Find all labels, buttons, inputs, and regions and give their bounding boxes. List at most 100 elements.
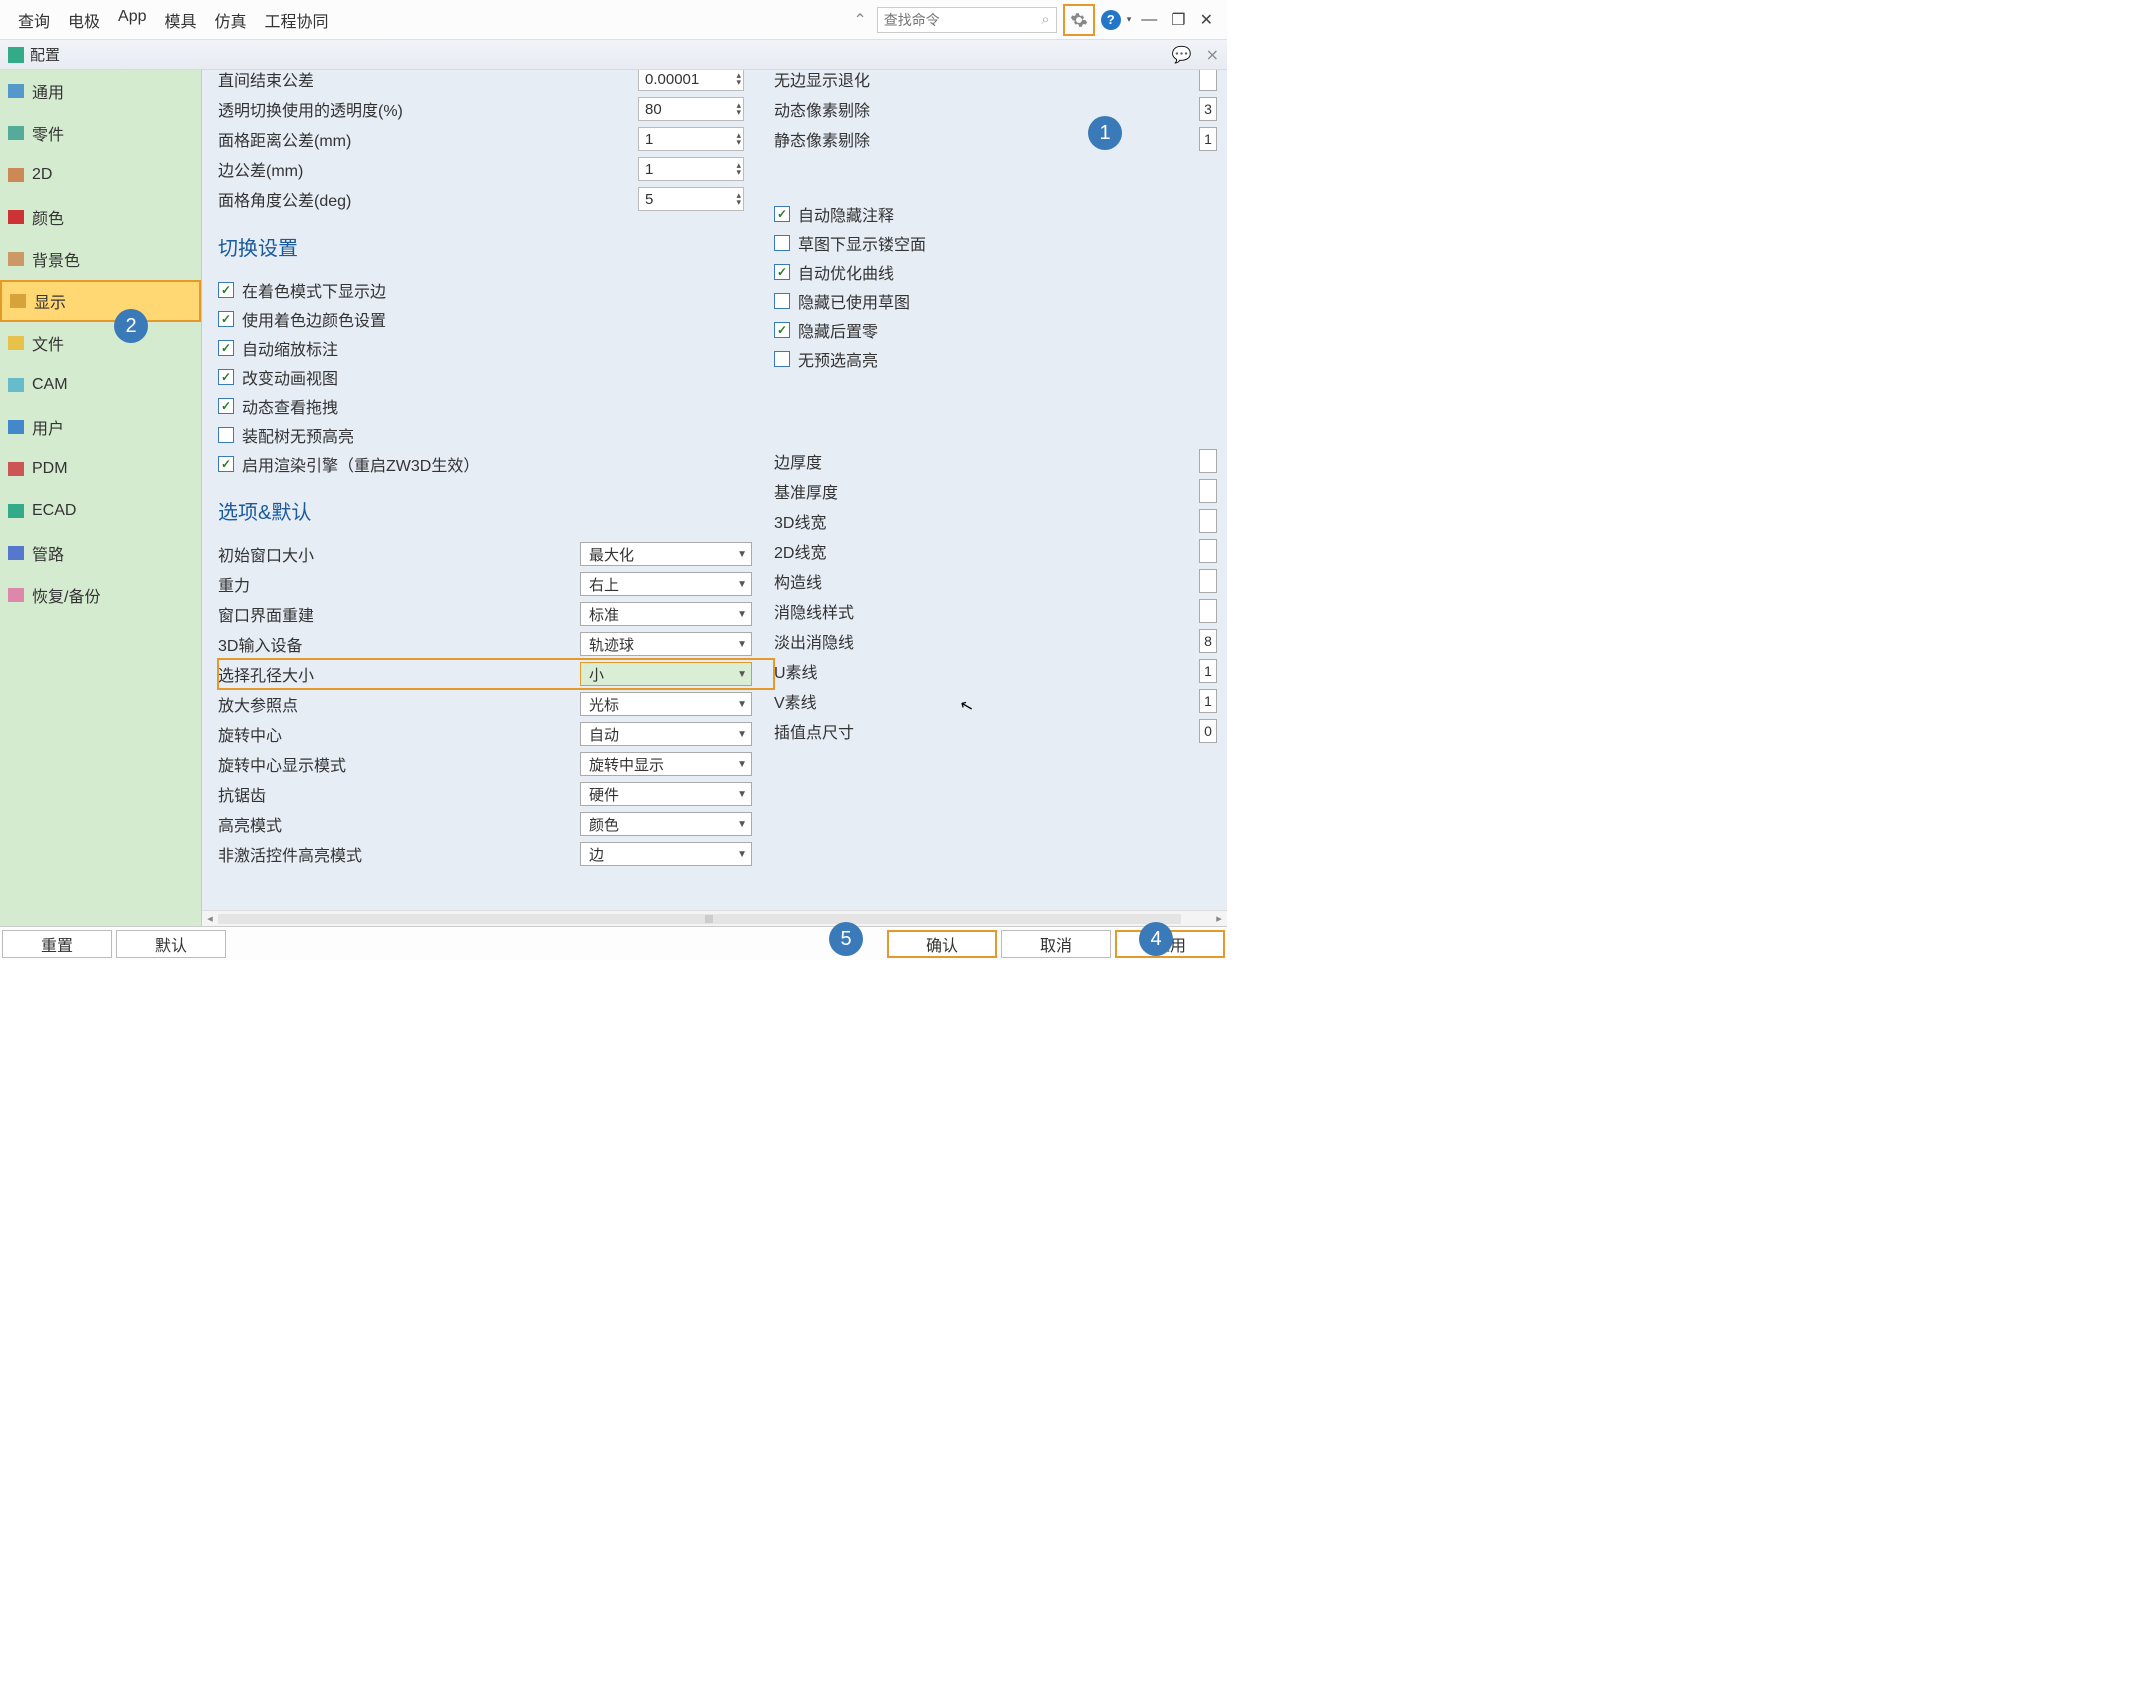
cancel-button[interactable]: 取消 <box>1001 930 1111 958</box>
search-command-box[interactable]: ⌕ <box>877 7 1057 33</box>
checkbox[interactable] <box>218 427 234 443</box>
settings-gear-button[interactable] <box>1063 4 1095 36</box>
dropdown[interactable]: 最大化▼ <box>580 542 752 566</box>
numeric-input[interactable] <box>1199 599 1217 623</box>
sidebar-item-颜色[interactable]: 颜色 <box>0 196 201 238</box>
dropdown[interactable]: 光标▼ <box>580 692 752 716</box>
dropdown[interactable]: 自动▼ <box>580 722 752 746</box>
numeric-input[interactable] <box>1199 509 1217 533</box>
numeric-input[interactable]: 0.00001▴▾ <box>638 70 744 91</box>
minimize-button[interactable]: — <box>1137 11 1161 29</box>
option-label: 选择孔径大小 <box>218 662 580 686</box>
sidebar-item-CAM[interactable]: CAM <box>0 364 201 406</box>
numeric-input[interactable]: 8 <box>1199 629 1217 653</box>
dialog-comment-icon[interactable]: 💬 <box>1172 45 1192 65</box>
sidebar-item-显示[interactable]: 显示 <box>0 280 201 322</box>
checkbox-row[interactable]: 动态查看拖拽 <box>218 391 774 420</box>
menu-item[interactable]: 工程协同 <box>265 8 329 32</box>
sidebar-label: 用户 <box>32 415 64 439</box>
checkbox-row[interactable]: 隐藏后置零 <box>774 315 1219 344</box>
checkbox[interactable] <box>218 398 234 414</box>
numeric-input[interactable]: 1▴▾ <box>638 127 744 151</box>
dialog-close-icon[interactable]: ⨯ <box>1206 45 1219 65</box>
checkbox-row[interactable]: 装配树无预高亮 <box>218 420 774 449</box>
menu-item[interactable]: 仿真 <box>215 8 247 32</box>
numeric-input[interactable]: 1 <box>1199 689 1217 713</box>
checkbox[interactable] <box>218 456 234 472</box>
sidebar-item-恢复/备份[interactable]: 恢复/备份 <box>0 574 201 616</box>
checkbox[interactable] <box>218 340 234 356</box>
numeric-input[interactable]: 1 <box>1199 659 1217 683</box>
dropdown[interactable]: 轨迹球▼ <box>580 632 752 656</box>
dropdown[interactable]: 边▼ <box>580 842 752 866</box>
numeric-input[interactable]: 0 <box>1199 719 1217 743</box>
checkbox[interactable] <box>774 264 790 280</box>
numeric-input[interactable] <box>1199 449 1217 473</box>
menu-item[interactable]: 模具 <box>165 8 197 32</box>
menu-item[interactable]: 查询 <box>18 8 50 32</box>
sidebar-item-通用[interactable]: 通用 <box>0 70 201 112</box>
sidebar-item-ECAD[interactable]: ECAD <box>0 490 201 532</box>
sidebar-item-管路[interactable]: 管路 <box>0 532 201 574</box>
numeric-input[interactable] <box>1199 70 1217 91</box>
checkbox-row[interactable]: 无预选高亮 <box>774 344 1219 373</box>
numeric-input[interactable]: 5▴▾ <box>638 187 744 211</box>
horizontal-scrollbar[interactable]: ◂ ▸ <box>202 910 1227 926</box>
checkbox-row[interactable]: 启用渲染引擎（重启ZW3D生效） <box>218 449 774 478</box>
checkbox-row[interactable]: 隐藏已使用草图 <box>774 286 1219 315</box>
sidebar-icon <box>8 252 24 266</box>
numeric-input[interactable]: 3 <box>1199 97 1217 121</box>
sidebar-item-PDM[interactable]: PDM <box>0 448 201 490</box>
checkbox-row[interactable]: 在着色模式下显示边 <box>218 275 774 304</box>
numeric-input[interactable]: 1 <box>1199 127 1217 151</box>
default-button[interactable]: 默认 <box>116 930 226 958</box>
help-button[interactable]: ? <box>1101 10 1121 30</box>
restore-button[interactable]: ❐ <box>1167 10 1189 30</box>
option-label: 3D线宽 <box>774 509 1194 533</box>
checkbox[interactable] <box>774 322 790 338</box>
dropdown[interactable]: 标准▼ <box>580 602 752 626</box>
close-button[interactable]: ✕ <box>1196 10 1217 30</box>
sidebar-item-用户[interactable]: 用户 <box>0 406 201 448</box>
reset-button[interactable]: 重置 <box>2 930 112 958</box>
dropdown[interactable]: 旋转中显示▼ <box>580 752 752 776</box>
option-label: 抗锯齿 <box>218 782 580 806</box>
setting-label: 无边显示退化 <box>774 70 1194 91</box>
checkbox-row[interactable]: 改变动画视图 <box>218 362 774 391</box>
checkbox[interactable] <box>218 311 234 327</box>
checkbox-row[interactable]: 草图下显示镂空面 <box>774 228 1219 257</box>
dropdown[interactable]: 小▼ <box>580 662 752 686</box>
checkbox[interactable] <box>774 351 790 367</box>
checkbox[interactable] <box>218 282 234 298</box>
numeric-input[interactable] <box>1199 479 1217 503</box>
scroll-left-icon[interactable]: ◂ <box>202 912 218 925</box>
checkbox-row[interactable]: 自动缩放标注 <box>218 333 774 362</box>
ok-button[interactable]: 确认 <box>887 930 997 958</box>
checkbox[interactable] <box>774 206 790 222</box>
checkbox-row[interactable]: 自动隐藏注释 <box>774 199 1219 228</box>
sidebar-icon <box>8 546 24 560</box>
help-dropdown-icon[interactable]: ▾ <box>1127 14 1132 25</box>
checkbox[interactable] <box>218 369 234 385</box>
sidebar-item-文件[interactable]: 文件 <box>0 322 201 364</box>
sidebar-item-2D[interactable]: 2D <box>0 154 201 196</box>
numeric-input[interactable] <box>1199 539 1217 563</box>
search-input[interactable] <box>884 12 1014 28</box>
numeric-input[interactable]: 80▴▾ <box>638 97 744 121</box>
checkbox-row[interactable]: 自动优化曲线 <box>774 257 1219 286</box>
dropdown[interactable]: 硬件▼ <box>580 782 752 806</box>
menu-item[interactable]: App <box>118 8 146 32</box>
dropdown[interactable]: 右上▼ <box>580 572 752 596</box>
checkbox[interactable] <box>774 293 790 309</box>
dropdown[interactable]: 颜色▼ <box>580 812 752 836</box>
scroll-right-icon[interactable]: ▸ <box>1211 912 1227 925</box>
checkbox-row[interactable]: 使用着色边颜色设置 <box>218 304 774 333</box>
checkbox[interactable] <box>774 235 790 251</box>
sidebar-item-背景色[interactable]: 背景色 <box>0 238 201 280</box>
collapse-icon[interactable]: ⌃ <box>849 8 870 32</box>
menu-item[interactable]: 电极 <box>68 8 100 32</box>
dialog-titlebar: 配置 💬 ⨯ <box>0 40 1227 70</box>
numeric-input[interactable] <box>1199 569 1217 593</box>
sidebar-item-零件[interactable]: 零件 <box>0 112 201 154</box>
numeric-input[interactable]: 1▴▾ <box>638 157 744 181</box>
